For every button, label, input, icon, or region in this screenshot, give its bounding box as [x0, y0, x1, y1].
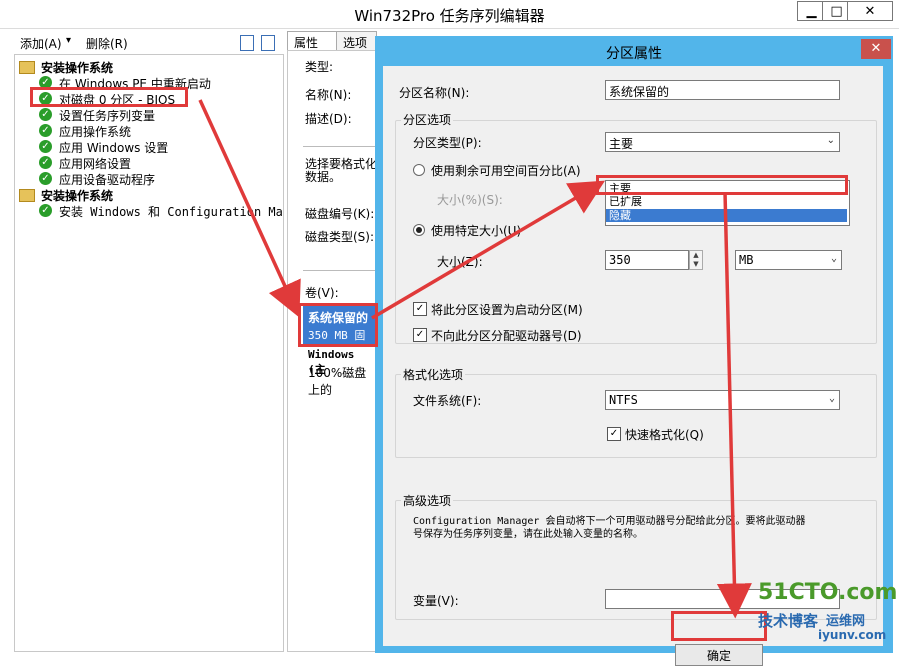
- dropdown-option-extended[interactable]: 已扩展: [606, 195, 847, 208]
- advanced-options-title: 高级选项: [401, 492, 454, 509]
- close-button[interactable]: ✕: [847, 1, 893, 21]
- success-check-icon: ✓: [39, 172, 52, 185]
- partition-type-label: 分区类型(P):: [413, 136, 482, 150]
- size-spinner[interactable]: ▲ ▼: [689, 250, 703, 270]
- disk-number-label: 磁盘编号(K):: [305, 207, 375, 221]
- size-unit-value: MB: [739, 253, 754, 267]
- partition-type-value: 主要: [609, 137, 634, 151]
- watermark-51cto: 51CTO.com: [758, 580, 898, 605]
- partition-properties-dialog: 分区属性 ✕ 分区名称(N): 系统保留的 分区选项 分区类型(P): 主要 ⌄…: [375, 36, 893, 666]
- use-percent-label: 使用剩余可用空间百分比(A): [431, 164, 581, 178]
- partition-name-input[interactable]: 系统保留的: [605, 80, 840, 100]
- no-drive-letter-checkbox[interactable]: ✓: [413, 328, 427, 342]
- volume-title: 系统保留的: [308, 311, 369, 325]
- filesystem-value: NTFS: [609, 393, 638, 407]
- success-check-icon: ✓: [39, 76, 52, 89]
- partition-options-title: 分区选项: [401, 111, 454, 128]
- type-label: 类型:: [305, 60, 334, 74]
- tree-item-label: 应用操作系统: [59, 125, 132, 139]
- folder-icon: [19, 189, 35, 202]
- window-title-bar: Win732Pro 任务序列编辑器 ▁ □ ✕: [0, 0, 899, 29]
- quick-format-label: 快速格式化(Q): [625, 428, 704, 442]
- tab-options[interactable]: 选项: [337, 31, 377, 50]
- tab-properties[interactable]: 属性: [287, 31, 337, 50]
- dropdown-option-hidden[interactable]: 隐藏: [606, 209, 847, 222]
- success-check-icon: ✓: [39, 124, 52, 137]
- move-up-icon[interactable]: [240, 35, 254, 51]
- size-input[interactable]: 350: [605, 250, 689, 270]
- success-check-icon: ✓: [39, 108, 52, 121]
- volume-subtitle: 100%磁盘上的: [308, 366, 367, 397]
- hint-text-line2: 数据。: [305, 170, 342, 184]
- use-percent-radio[interactable]: [413, 164, 425, 176]
- tree-group-label: 安装操作系统: [41, 189, 114, 203]
- no-drive-letter-label: 不向此分区分配驱动器号(D): [431, 329, 582, 343]
- partition-type-select[interactable]: 主要 ⌄: [605, 132, 840, 152]
- volume-label: 卷(V):: [305, 286, 339, 300]
- filesystem-label: 文件系统(F):: [413, 394, 482, 408]
- move-down-icon[interactable]: [261, 35, 275, 51]
- dialog-title: 分区属性: [606, 46, 662, 62]
- name-label: 名称(N):: [305, 88, 352, 102]
- use-specific-size-radio[interactable]: [413, 224, 425, 236]
- tree-item-label: 应用设备驱动程序: [59, 173, 156, 187]
- separator: [303, 270, 375, 271]
- tree-item-label: 应用 Windows 设置: [59, 141, 169, 155]
- tree-item-label: 安装 Windows 和 Configuration Manager: [59, 205, 283, 219]
- chevron-down-icon: ⌄: [826, 135, 835, 146]
- dropdown-option-primary[interactable]: 主要: [606, 182, 847, 195]
- tree-item-label: 应用网络设置: [59, 157, 132, 171]
- size-label: 大小(Z):: [437, 255, 483, 269]
- tree-group-label: 安装操作系统: [41, 61, 114, 75]
- delete-button[interactable]: 删除(R): [86, 35, 128, 52]
- use-specific-size-label: 使用特定大小(U): [431, 224, 522, 238]
- tree-item-label: 设置任务序列变量: [59, 109, 156, 123]
- format-options-group: [395, 374, 877, 458]
- watermark-iyunv: iyunv.com: [818, 628, 887, 642]
- size-percent-label: 大小(%)(S):: [437, 193, 503, 207]
- add-button[interactable]: 添加(A): [20, 35, 62, 52]
- disk-type-label: 磁盘类型(S):: [305, 230, 375, 244]
- dialog-body: 分区名称(N): 系统保留的 分区选项 分区类型(P): 主要 ⌄ 使用剩余可用…: [383, 66, 883, 666]
- window-title: Win732Pro 任务序列编辑器: [354, 7, 545, 25]
- success-check-icon: ✓: [39, 156, 52, 169]
- chevron-down-icon: ⌄: [828, 393, 835, 404]
- boot-partition-checkbox[interactable]: ✓: [413, 302, 427, 316]
- quick-format-checkbox[interactable]: ✓: [607, 427, 621, 441]
- volume-item-system-reserved[interactable]: 系统保留的 350 MB 固定: [303, 306, 375, 358]
- watermark-blog: 技术博客: [758, 612, 819, 630]
- spin-up-icon[interactable]: ▲: [690, 251, 702, 260]
- spin-down-icon[interactable]: ▼: [690, 260, 702, 269]
- tree-item-install-windows-cm[interactable]: ✓ 安装 Windows 和 Configuration Manager: [39, 203, 283, 219]
- dialog-close-button[interactable]: ✕: [861, 39, 891, 59]
- variable-label: 变量(V):: [413, 594, 459, 608]
- separator: [303, 146, 375, 147]
- partition-type-dropdown-list: 主要 已扩展 隐藏: [605, 180, 850, 226]
- success-check-icon: ✓: [39, 140, 52, 153]
- volume-item-windows[interactable]: Windows (主 100%磁盘上的: [303, 346, 375, 397]
- partition-name-label: 分区名称(N):: [399, 86, 470, 100]
- site-watermark: 51CTO.com 技术博客 运维网 iyunv.com: [748, 578, 898, 650]
- boot-partition-label: 将此分区设置为启动分区(M): [431, 303, 583, 317]
- tree-item-label: 在 Windows PE 中重新启动: [59, 77, 211, 91]
- description-label: 描述(D):: [305, 112, 352, 126]
- watermark-yunwei: 运维网: [826, 614, 866, 629]
- chevron-down-icon: ⌄: [830, 253, 837, 264]
- success-check-icon: ✓: [39, 92, 52, 105]
- filesystem-select[interactable]: NTFS ⌄: [605, 390, 840, 410]
- toolbar: 添加(A) ▾ 删除(R): [14, 32, 282, 54]
- folder-icon: [19, 61, 35, 74]
- advanced-description-line2: 号保存为任务序列变量，请在此处输入变量的名称。: [413, 529, 643, 540]
- tree-item-label: 对磁盘 0 分区 - BIOS: [59, 93, 176, 107]
- success-check-icon: ✓: [39, 204, 52, 217]
- format-options-title: 格式化选项: [401, 366, 466, 383]
- add-dropdown-arrow-icon[interactable]: ▾: [66, 35, 71, 46]
- task-tree-panel: 安装操作系统 ✓ 在 Windows PE 中重新启动 ✓ 对磁盘 0 分区 -…: [14, 54, 284, 652]
- properties-tabs: 属性 选项: [287, 31, 377, 51]
- size-unit-select[interactable]: MB ⌄: [735, 250, 842, 270]
